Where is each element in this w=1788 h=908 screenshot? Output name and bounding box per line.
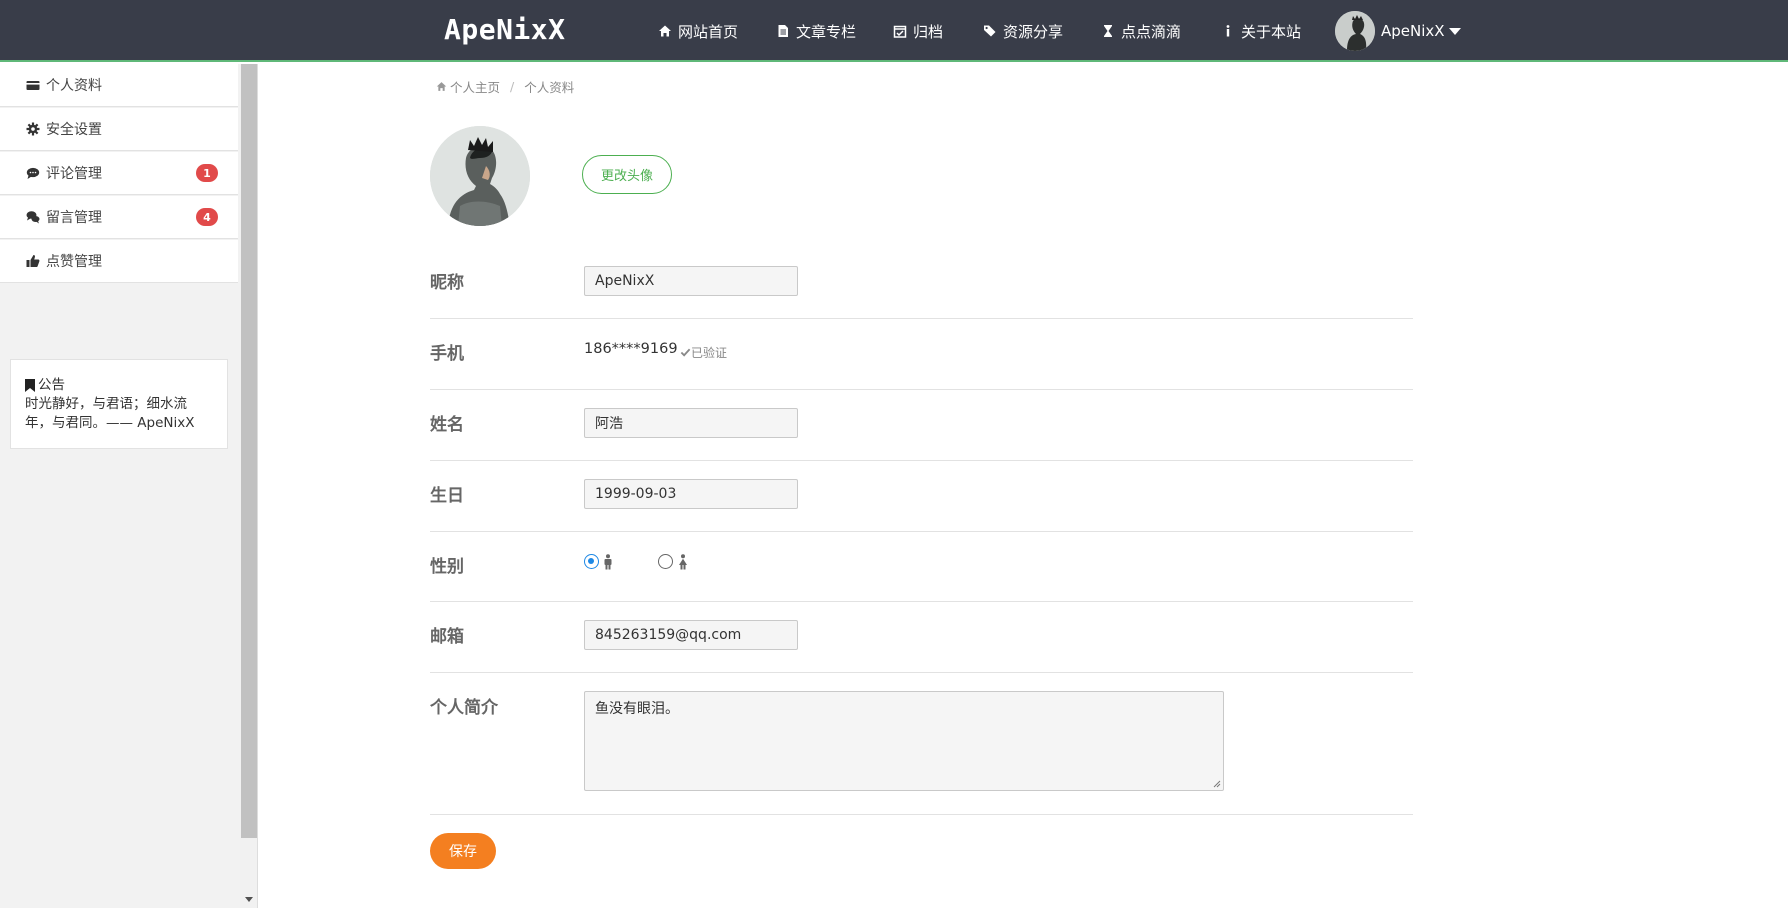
nav-home[interactable]: 网站首页	[658, 20, 738, 42]
verified-badge: 已验证	[680, 344, 727, 361]
phone-row: 手机 186****9169 已验证	[430, 319, 1413, 390]
nav-label: 关于本站	[1241, 22, 1302, 41]
realname-label: 姓名	[430, 415, 464, 435]
comment-count-badge: 1	[196, 164, 218, 182]
nav-label: 网站首页	[678, 22, 739, 41]
sidebar-item-label: 留言管理	[46, 210, 102, 226]
site-logo[interactable]: ApeNixX	[444, 13, 566, 46]
nav-label: 点点滴滴	[1121, 22, 1182, 41]
email-field[interactable]	[584, 620, 798, 650]
bio-label: 个人简介	[430, 698, 498, 718]
nickname-label: 昵称	[430, 273, 464, 293]
phone-label: 手机	[430, 344, 464, 364]
male-icon	[604, 554, 612, 570]
realname-field[interactable]	[584, 408, 798, 438]
nickname-row: 昵称	[430, 248, 1413, 319]
sidebar-item-profile[interactable]: 个人资料	[0, 64, 238, 107]
sidebar-item-messages[interactable]: 留言管理 4	[0, 196, 238, 239]
breadcrumb-current: 个人资料	[524, 80, 575, 95]
save-button[interactable]: 保存	[430, 833, 496, 869]
verified-text: 已验证	[691, 346, 728, 360]
chevron-down-icon	[1448, 27, 1461, 35]
sidebar-item-label: 个人资料	[46, 78, 102, 94]
notice-title: 公告	[25, 376, 213, 395]
gender-female-radio[interactable]	[658, 554, 673, 569]
user-menu[interactable]: ApeNixX	[1335, 11, 1461, 51]
avatar	[1335, 11, 1375, 51]
nav-articles[interactable]: 文章专栏	[776, 20, 856, 42]
profile-avatar	[430, 126, 530, 226]
home-icon	[659, 25, 671, 37]
info-icon	[1226, 25, 1230, 37]
sidebar-item-comments[interactable]: 评论管理 1	[0, 152, 238, 195]
user-name: ApeNixX	[1381, 22, 1445, 40]
gender-label: 性别	[430, 557, 464, 577]
birthday-label: 生日	[430, 486, 464, 506]
bio-row: 个人简介 鱼没有眼泪。	[430, 673, 1413, 815]
notice-title-text: 公告	[38, 377, 65, 393]
sidebar-item-label: 点赞管理	[46, 254, 102, 270]
credit-card-icon	[26, 81, 40, 90]
sidebar-scrollbar[interactable]	[240, 64, 258, 908]
calendar-check-icon	[893, 25, 907, 38]
nav-moments[interactable]: 点点滴滴	[1101, 20, 1181, 42]
comments-icon	[26, 211, 40, 224]
scroll-down-arrow-icon[interactable]	[245, 897, 253, 902]
nav-label: 文章专栏	[796, 22, 857, 41]
nav-about[interactable]: 关于本站	[1221, 20, 1301, 42]
check-icon	[680, 348, 691, 357]
nav-label: 归档	[913, 22, 944, 41]
gender-male-radio[interactable]	[584, 554, 599, 569]
breadcrumb: 个人主页 / 个人资料	[436, 77, 574, 96]
breadcrumb-separator: /	[510, 79, 515, 94]
phone-value: 186****9169	[584, 341, 678, 357]
hourglass-icon	[1104, 25, 1112, 37]
sidebar: 个人资料 安全设置 评论管理 1 留言管理 4 点赞管理 公告 时光静好，与君语…	[0, 64, 240, 908]
gear-icon	[26, 122, 40, 136]
sidebar-item-label: 评论管理	[46, 166, 102, 182]
nickname-field[interactable]	[584, 266, 798, 296]
bookmark-icon	[25, 379, 35, 392]
notice-box: 公告 时光静好，与君语；细水流年，与君同。—— ApeNixX	[10, 359, 228, 449]
gender-row: 性别	[430, 532, 1413, 602]
breadcrumb-home[interactable]: 个人主页	[450, 77, 500, 96]
tags-icon	[984, 25, 996, 37]
nav-label: 资源分享	[1003, 22, 1064, 41]
sidebar-item-likes[interactable]: 点赞管理	[0, 240, 238, 283]
scrollbar-thumb[interactable]	[241, 64, 257, 838]
email-label: 邮箱	[430, 627, 464, 647]
home-icon	[436, 82, 447, 91]
birthday-row: 生日	[430, 461, 1413, 532]
change-avatar-button[interactable]: 更改头像	[582, 155, 672, 194]
file-text-icon	[778, 25, 788, 37]
birthday-field[interactable]	[584, 479, 798, 509]
realname-row: 姓名	[430, 390, 1413, 461]
message-count-badge: 4	[196, 208, 218, 226]
comment-icon	[26, 167, 40, 179]
notice-text: 时光静好，与君语；细水流年，与君同。—— ApeNixX	[25, 396, 195, 431]
nav-resources[interactable]: 资源分享	[983, 20, 1063, 42]
resize-grip-icon[interactable]	[1211, 778, 1221, 788]
female-icon	[679, 554, 687, 570]
bio-textarea[interactable]: 鱼没有眼泪。	[584, 691, 1224, 791]
bio-text: 鱼没有眼泪。	[595, 701, 679, 717]
thumbs-up-icon	[26, 255, 40, 267]
email-row: 邮箱	[430, 602, 1413, 673]
top-navbar: ApeNixX 网站首页 文章专栏 归档 资源分享 点点滴滴 关于本站 ApeN…	[0, 0, 1788, 62]
sidebar-item-label: 安全设置	[46, 122, 102, 138]
sidebar-item-security[interactable]: 安全设置	[0, 108, 238, 151]
nav-archive[interactable]: 归档	[893, 20, 943, 42]
